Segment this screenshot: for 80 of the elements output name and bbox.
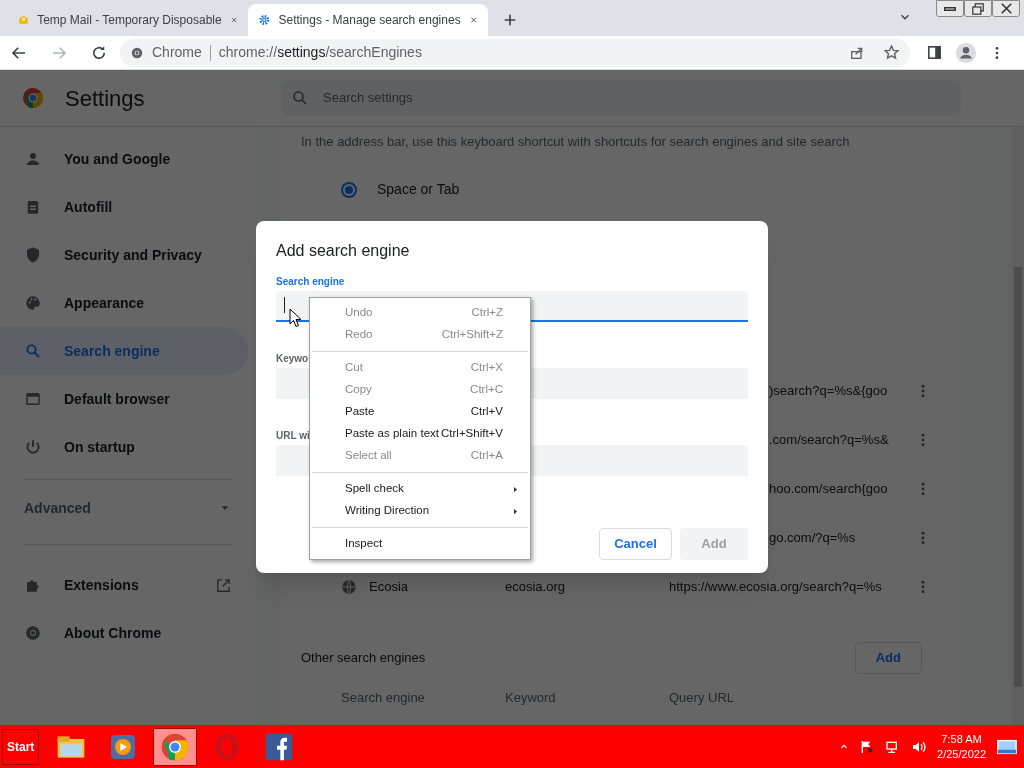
column-header: Keyword (505, 689, 556, 705)
sidebar-item[interactable]: Appearance (0, 279, 248, 327)
clock-date: 2/25/2022 (937, 746, 986, 762)
submenu-arrow-icon (511, 484, 520, 494)
sidebar-item[interactable]: You and Google (0, 135, 248, 183)
dialog-title: Add search engine (276, 241, 411, 261)
field-label: URL wi (276, 430, 310, 441)
sidebar-item[interactable]: On startup (0, 423, 248, 471)
flag-icon[interactable] (859, 738, 876, 755)
sidebar-item[interactable]: Extensions (0, 561, 248, 609)
globe-icon (341, 579, 357, 595)
column-header: Query URL (669, 689, 735, 705)
shield-icon (24, 246, 42, 264)
start-button[interactable]: Start (2, 728, 40, 765)
radio-label: Space or Tab (377, 180, 460, 199)
search-placeholder: Search settings (323, 89, 413, 108)
sidebar-item[interactable]: About Chrome (0, 609, 248, 657)
tab-title: Temp Mail - Temporary Disposable (37, 12, 222, 29)
add-button[interactable]: Add (854, 641, 922, 674)
star-icon[interactable] (883, 44, 900, 61)
sidebar-item[interactable]: Security and Privacy (0, 231, 248, 279)
address-bar[interactable]: Chrome chrome://settings/searchEngines (120, 38, 910, 67)
shortcut-text: Ctrl+Shift+Z (441, 327, 504, 343)
palette-icon (24, 294, 42, 312)
browser-tab[interactable]: Temp Mail - Temporary Disposable (8, 4, 248, 36)
page-title: Settings (65, 84, 146, 113)
close-icon[interactable] (468, 14, 478, 26)
table-cell: hoo.com/search{goo (769, 481, 888, 497)
shortcut-text: Ctrl+X (470, 360, 504, 376)
table-cell: .com/search?q=%s& (769, 432, 889, 448)
text-cursor (284, 297, 285, 313)
shortcut-text: Ctrl+V (470, 404, 504, 420)
submenu-arrow-icon (511, 506, 520, 516)
url-text: chrome://settings/searchEngines (218, 43, 422, 62)
sidebar-item[interactable]: Default browser (0, 375, 248, 423)
sidebar-item[interactable]: Autofill (0, 183, 248, 231)
tab-title: Settings - Manage search engines (278, 12, 461, 29)
menu-item[interactable]: Inspect (310, 533, 530, 555)
search-icon (24, 342, 42, 360)
table-cell: ecosia.org (505, 579, 565, 595)
menu-item[interactable]: Writing Direction (310, 500, 530, 522)
taskbar-app-button[interactable] (153, 727, 198, 766)
table-cell: go.com/?q=%s (769, 530, 856, 546)
cancel-button[interactable]: Cancel (599, 528, 672, 560)
avatar-icon[interactable] (955, 41, 977, 64)
table-cell: )search?q=%s&{goo (769, 383, 888, 399)
power-icon (24, 438, 42, 456)
cursor-icon (289, 308, 302, 328)
site-label: Chrome (152, 43, 202, 62)
window-control-button[interactable] (936, 0, 964, 17)
description-text: In the address bar, use this keyboard shortcut with shortcuts for search engines and site search (301, 133, 851, 151)
window-control-button[interactable] (964, 0, 992, 17)
table-cell-text: Ecosia (369, 578, 409, 597)
sidebar-item[interactable]: Search engine (0, 327, 248, 375)
search-field[interactable]: Search settings (281, 80, 961, 116)
browser-tab[interactable]: Settings - Manage search engines (248, 4, 488, 36)
person-icon (24, 150, 42, 168)
field-label: Search engine (276, 276, 345, 287)
shortcut-text: Ctrl+Shift+V (441, 426, 504, 442)
table-cell: https://www.ecosia.org/search?q=%s (669, 579, 882, 595)
menu-item[interactable]: Spell check (310, 478, 530, 500)
search-icon (291, 89, 309, 107)
restore-icon (972, 2, 984, 15)
menu-item[interactable]: Paste Ctrl+V (310, 401, 530, 423)
column-header: Search engine (341, 689, 425, 705)
shortcut-text: Ctrl+C (470, 382, 504, 398)
side-panel-icon[interactable] (926, 44, 943, 61)
field-label: Keywo (276, 353, 309, 364)
shortcut-text: Ctrl+Z (471, 305, 504, 321)
advanced-toggle[interactable]: Advanced (0, 488, 256, 528)
close-icon (1000, 3, 1012, 14)
browser-window-icon (24, 390, 42, 408)
new-tab-icon[interactable] (502, 12, 518, 28)
shortcut-text: Ctrl+A (470, 448, 504, 464)
clock-time: 7:58 AM (941, 731, 982, 747)
menu-item[interactable]: Paste as plain text Ctrl+Shift+V (310, 423, 530, 445)
radio-button[interactable] (341, 181, 357, 198)
minimize-icon (944, 6, 956, 11)
section-title: Other search engines (301, 648, 426, 667)
window-control-button[interactable] (992, 0, 1020, 17)
